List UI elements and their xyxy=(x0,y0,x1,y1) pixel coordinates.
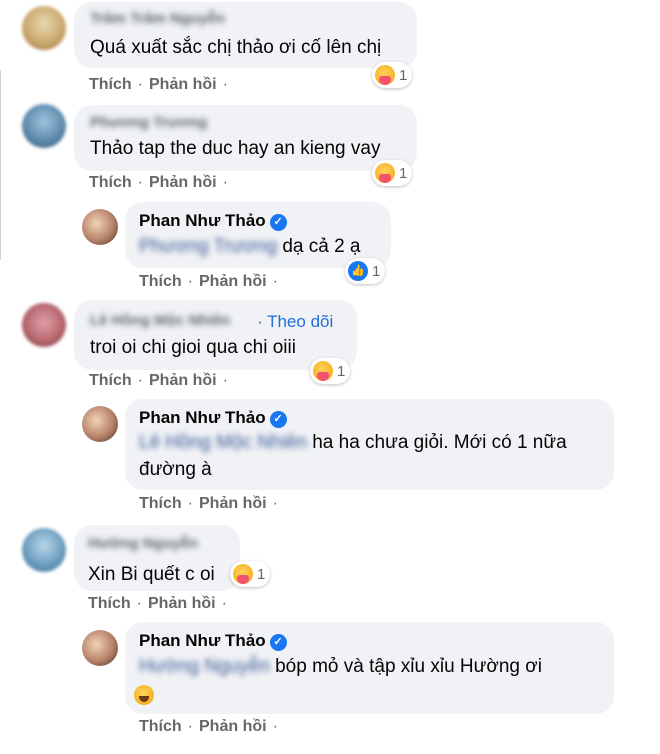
reply-link[interactable]: Phản hồi xyxy=(199,495,267,512)
mention-link[interactable]: Hường Nguyễn xyxy=(139,656,270,677)
separator: · xyxy=(221,595,227,612)
comment-author[interactable]: Phan Như Thảo ✓ xyxy=(139,631,287,651)
reaction-number: 1 xyxy=(337,362,346,380)
comment-text: Thảo tap the duc hay an kieng vay xyxy=(90,138,381,159)
reply-link[interactable]: Phản hồi xyxy=(148,595,216,612)
like-link[interactable]: Thích xyxy=(139,495,182,512)
reaction-number: 1 xyxy=(399,66,408,84)
author-name[interactable]: Phan Như Thảo xyxy=(139,408,266,427)
comment-text-line-2: đường à xyxy=(139,459,212,480)
reply-text: ha ha chưa giỏi. Mới có 1 nữa xyxy=(312,432,567,453)
reply-text: bóp mỏ và tập xỉu xỉu Hường ơi xyxy=(275,656,542,677)
comment-actions: Thích · Phản hồi · xyxy=(89,372,234,390)
like-link[interactable]: Thích xyxy=(88,595,131,612)
care-reaction-icon xyxy=(313,361,333,381)
reply-link[interactable]: Phản hồi xyxy=(199,273,267,290)
reply-link[interactable]: Phản hồi xyxy=(149,174,217,191)
reply-text: dạ cả 2 ạ xyxy=(282,236,361,257)
like-link[interactable]: Thích xyxy=(89,174,132,191)
comment-text: Lê Hồng Mộc Nhiên ha ha chưa giỏi. Mới c… xyxy=(139,428,567,458)
separator: · xyxy=(272,495,278,512)
comment-text: Phương Trương dạ cả 2 ạ xyxy=(139,232,360,262)
separator: · xyxy=(187,718,193,735)
avatar[interactable] xyxy=(82,406,118,442)
comment-author[interactable]: Phương Trương xyxy=(90,114,207,131)
like-link[interactable]: Thích xyxy=(89,76,132,93)
avatar[interactable] xyxy=(22,303,66,347)
like-reaction-icon: 👍 xyxy=(348,261,368,281)
like-link[interactable]: Thích xyxy=(89,372,132,389)
separator: · xyxy=(272,718,278,735)
avatar[interactable] xyxy=(22,528,66,572)
follow-link[interactable]: · Theo dõi xyxy=(257,312,333,332)
laughing-emoji-icon xyxy=(134,682,158,708)
mention-link[interactable]: Lê Hồng Mộc Nhiên xyxy=(139,432,307,453)
comment-text: Quá xuất sắc chị thảo ơi cố lên chị xyxy=(90,37,382,58)
like-link[interactable]: Thích xyxy=(139,273,182,290)
verified-badge-icon: ✓ xyxy=(269,214,287,231)
comment-actions: Thích · Phản hồi · xyxy=(89,76,234,94)
reaction-count[interactable]: 1 xyxy=(372,62,413,88)
like-link[interactable]: Thích xyxy=(139,718,182,735)
care-reaction-icon xyxy=(233,564,253,584)
avatar[interactable] xyxy=(82,209,118,245)
comment-actions: Thích · Phản hồi · xyxy=(139,273,284,291)
reaction-number: 1 xyxy=(372,262,381,280)
mention-link[interactable]: Phương Trương xyxy=(139,236,277,257)
comment-actions: Thích · Phản hồi · xyxy=(139,495,284,513)
verified-badge-icon: ✓ xyxy=(269,634,287,651)
reaction-count[interactable]: 1 xyxy=(310,358,351,384)
author-name[interactable]: Phan Như Thảo xyxy=(139,211,266,230)
author-name[interactable]: Phan Như Thảo xyxy=(139,631,266,650)
reaction-number: 1 xyxy=(399,164,408,182)
reply-link[interactable]: Phản hồi xyxy=(149,372,217,389)
comment-text: Xin Bi quết c oi xyxy=(88,564,215,585)
comment-author[interactable]: Hường Nguyễn xyxy=(88,535,198,552)
comment-actions: Thích · Phản hồi · xyxy=(88,595,233,613)
separator: · xyxy=(272,273,278,290)
reply-link[interactable]: Phản hồi xyxy=(149,76,217,93)
comment-text: Hường Nguyễn bóp mỏ và tập xỉu xỉu Hường… xyxy=(139,652,542,682)
reaction-count[interactable]: 1 xyxy=(230,561,271,587)
separator: · xyxy=(222,372,228,389)
separator: · xyxy=(137,76,143,93)
follow-label[interactable]: Theo dõi xyxy=(267,312,333,331)
haha-emoji-icon xyxy=(134,685,154,705)
comment-actions: Thích · Phản hồi · xyxy=(139,718,284,736)
separator: · xyxy=(137,372,143,389)
avatar[interactable] xyxy=(22,104,66,148)
separator: · xyxy=(137,174,143,191)
comment-author[interactable]: Phan Như Thảo ✓ xyxy=(139,211,287,231)
comment-text: troi oi chi gioi qua chi oiii xyxy=(90,337,296,358)
separator: · xyxy=(222,174,228,191)
reaction-count[interactable]: 1 xyxy=(372,160,413,186)
separator: · xyxy=(187,273,193,290)
verified-badge-icon: ✓ xyxy=(269,411,287,428)
comment-author[interactable]: Lê Hồng Mộc Nhiên xyxy=(90,312,230,329)
avatar[interactable] xyxy=(82,630,118,666)
avatar[interactable] xyxy=(22,6,66,50)
reaction-number: 1 xyxy=(257,565,266,583)
separator: · xyxy=(136,595,142,612)
comment-author[interactable]: Trâm Trâm Nguyễn xyxy=(90,10,225,27)
separator: · xyxy=(222,76,228,93)
separator: · xyxy=(257,312,263,331)
care-reaction-icon xyxy=(375,65,395,85)
comment-actions: Thích · Phản hồi · xyxy=(89,174,234,192)
care-reaction-icon xyxy=(375,163,395,183)
reaction-count[interactable]: 👍 1 xyxy=(345,258,386,284)
reply-link[interactable]: Phản hồi xyxy=(199,718,267,735)
separator: · xyxy=(187,495,193,512)
left-edge-line xyxy=(0,70,1,260)
comment-author[interactable]: Phan Như Thảo ✓ xyxy=(139,408,287,428)
